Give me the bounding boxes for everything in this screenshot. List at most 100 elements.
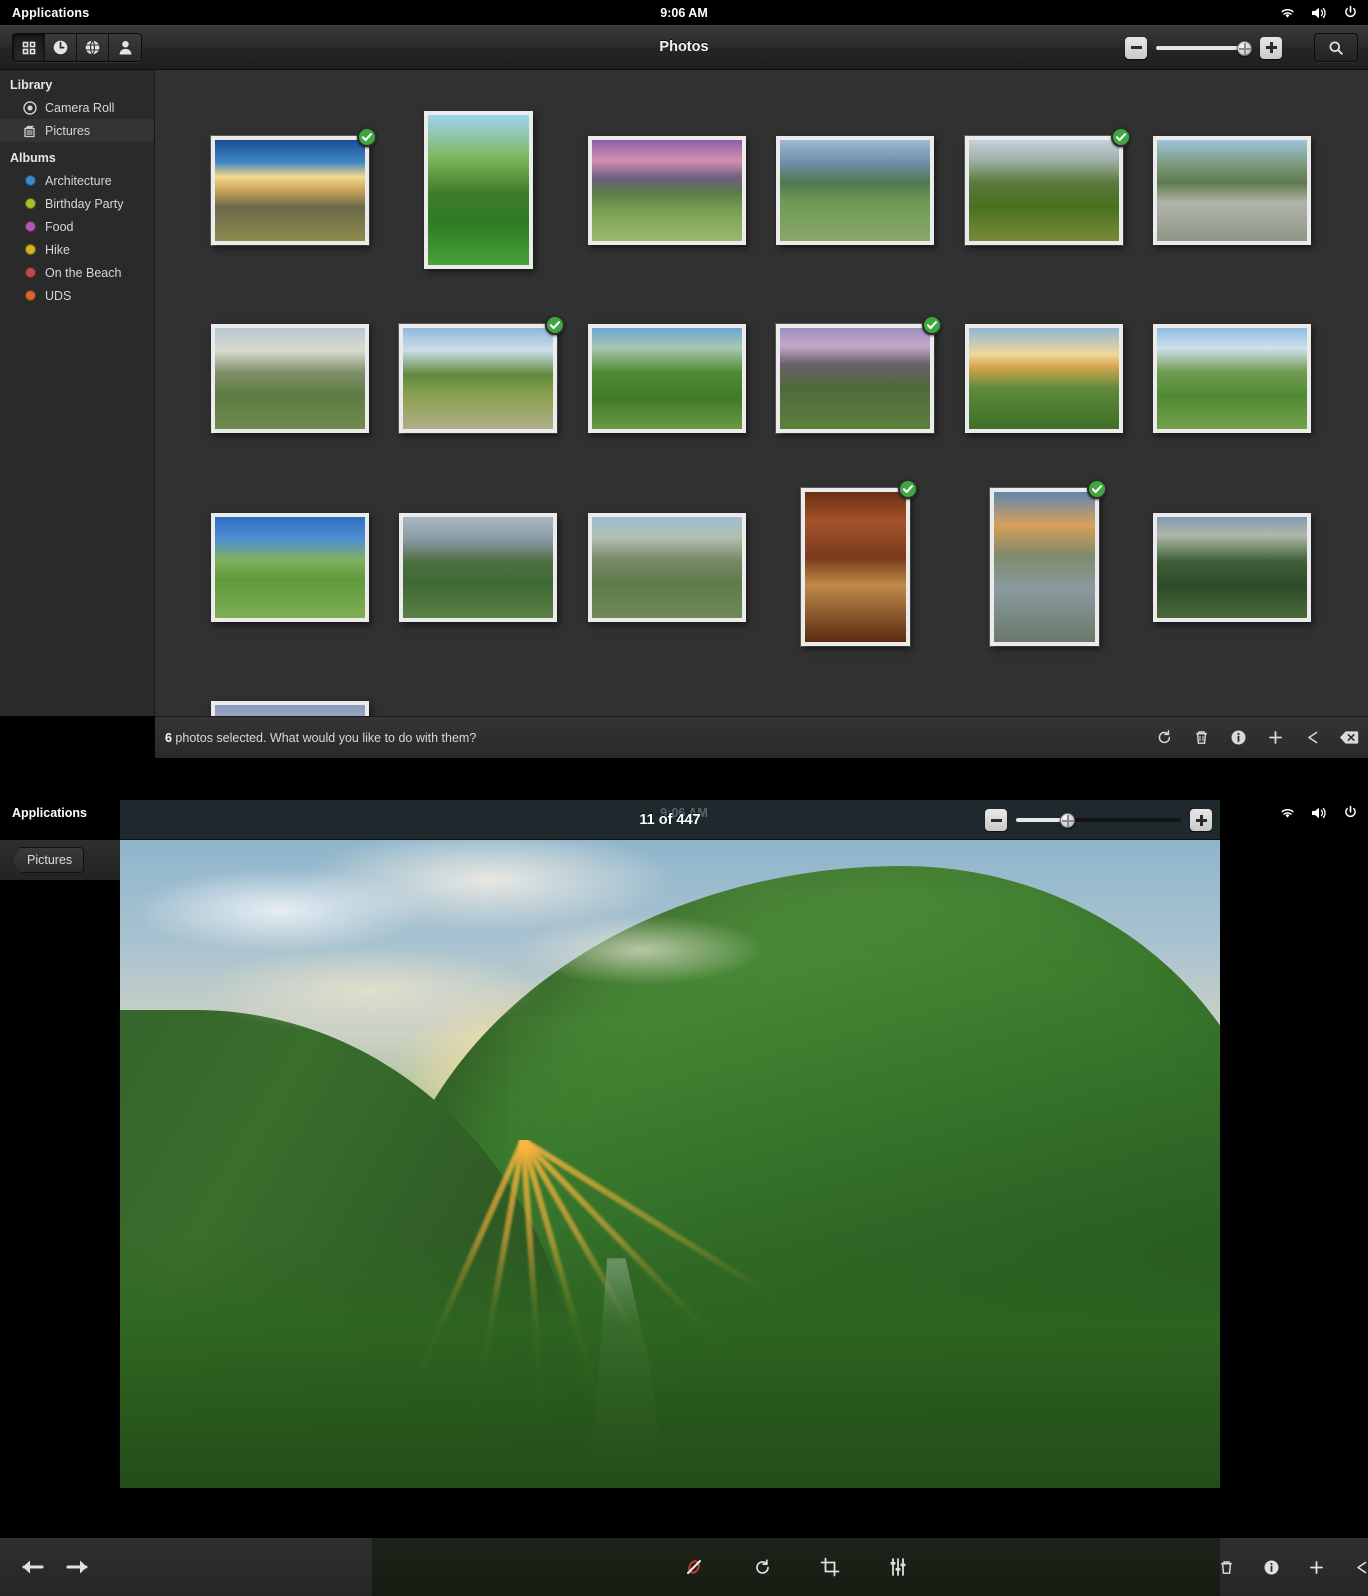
red-eye-button[interactable] xyxy=(680,1553,708,1581)
deselect-button[interactable] xyxy=(1336,725,1362,751)
rotate-button[interactable] xyxy=(748,1553,776,1581)
previous-photo-button[interactable] xyxy=(18,1553,46,1581)
sidebar-album-on-the-beach[interactable]: On the Beach xyxy=(0,261,154,284)
photo-frame[interactable] xyxy=(211,513,369,622)
photo-frame[interactable] xyxy=(776,136,934,245)
share-button[interactable] xyxy=(1299,725,1325,751)
volume-icon[interactable] xyxy=(1310,806,1329,820)
selected-check-icon[interactable] xyxy=(1087,479,1107,499)
photo-thumbnail-image xyxy=(215,140,365,241)
photo-frame[interactable] xyxy=(399,324,557,433)
selected-check-icon[interactable] xyxy=(357,127,377,147)
photo-frame[interactable] xyxy=(965,324,1123,433)
sidebar-album-uds[interactable]: UDS xyxy=(0,284,154,307)
photo-frame[interactable] xyxy=(588,136,746,245)
properties-button[interactable] xyxy=(1263,1553,1280,1581)
photo-frame[interactable] xyxy=(801,488,910,646)
selected-check-icon[interactable] xyxy=(545,315,565,335)
photo-frame[interactable] xyxy=(588,513,746,622)
photo-thumbnail[interactable] xyxy=(767,298,943,458)
share-button[interactable] xyxy=(1353,1553,1368,1581)
photo-thumbnail-image xyxy=(592,140,742,241)
photo-thumbnail[interactable] xyxy=(390,487,566,647)
photo-thumbnail[interactable] xyxy=(1144,298,1320,458)
sidebar-album-birthday-party[interactable]: Birthday Party xyxy=(0,192,154,215)
zoom-slider-handle[interactable] xyxy=(1237,40,1253,56)
photo-thumbnail[interactable] xyxy=(1144,487,1320,647)
photo-frame[interactable] xyxy=(1153,136,1311,245)
photo-thumbnail[interactable] xyxy=(579,110,755,270)
search-button[interactable] xyxy=(1314,33,1358,62)
photo-thumbnail[interactable] xyxy=(767,110,943,270)
photo-thumbnail-image xyxy=(969,328,1119,429)
zoom-in-button[interactable] xyxy=(1190,809,1212,831)
power-icon[interactable] xyxy=(1343,5,1358,20)
next-photo-button[interactable] xyxy=(64,1553,92,1581)
photo-frame[interactable] xyxy=(399,513,557,622)
back-to-pictures-button[interactable]: Pictures xyxy=(12,847,85,873)
photo-frame[interactable] xyxy=(588,324,746,433)
photo-thumbnail[interactable] xyxy=(579,487,755,647)
sidebar-album-architecture[interactable]: Architecture xyxy=(0,169,154,192)
zoom-slider[interactable] xyxy=(1156,38,1253,58)
delete-button[interactable] xyxy=(1188,725,1214,751)
photo-canvas[interactable] xyxy=(120,840,1220,1488)
system-clock[interactable]: 9:06 AM xyxy=(0,6,1368,20)
properties-button[interactable] xyxy=(1225,725,1251,751)
photo-thumbnail[interactable] xyxy=(956,479,1132,647)
photo-frame[interactable] xyxy=(776,324,934,433)
selected-check-icon[interactable] xyxy=(922,315,942,335)
sidebar-album-food[interactable]: Food xyxy=(0,215,154,238)
photo-thumbnail[interactable] xyxy=(956,110,1132,270)
photo-thumbnail-image xyxy=(1157,328,1307,429)
volume-icon[interactable] xyxy=(1310,6,1329,20)
photo-thumbnail[interactable] xyxy=(202,675,378,716)
photo-thumbnail[interactable] xyxy=(390,110,566,270)
photo-frame[interactable] xyxy=(424,111,533,269)
people-view-button[interactable] xyxy=(109,34,141,61)
add-to-album-button[interactable] xyxy=(1262,725,1288,751)
grid-view-button[interactable] xyxy=(13,34,45,61)
photo-frame[interactable] xyxy=(1153,513,1311,622)
photo-thumbnail[interactable] xyxy=(579,298,755,458)
zoom-slider-handle[interactable] xyxy=(1060,813,1076,828)
photo-frame[interactable] xyxy=(1153,324,1311,433)
trash-icon xyxy=(1221,1560,1232,1574)
delete-button[interactable] xyxy=(1218,1553,1235,1581)
selection-actions xyxy=(1151,725,1362,751)
photo-thumbnail[interactable] xyxy=(202,298,378,458)
add-to-album-button[interactable] xyxy=(1308,1553,1325,1581)
places-view-button[interactable] xyxy=(77,34,109,61)
selected-check-icon[interactable] xyxy=(898,479,918,499)
sidebar-item-camera-roll[interactable]: Camera Roll xyxy=(0,96,154,119)
photo-thumbnail[interactable] xyxy=(1144,110,1320,270)
photo-frame[interactable] xyxy=(965,136,1123,245)
sidebar-album-hike[interactable]: Hike xyxy=(0,238,154,261)
recent-view-button[interactable] xyxy=(45,34,77,61)
zoom-in-button[interactable] xyxy=(1260,36,1282,59)
rotate-button[interactable] xyxy=(1151,725,1177,751)
photo-thumbnail[interactable] xyxy=(202,110,378,270)
photo-frame[interactable] xyxy=(211,136,369,245)
zoom-out-button[interactable] xyxy=(985,809,1007,831)
zoom-out-button[interactable] xyxy=(1125,36,1147,59)
sidebar-item-label: Hike xyxy=(45,242,71,257)
adjust-button[interactable] xyxy=(884,1553,912,1581)
wifi-icon[interactable] xyxy=(1279,6,1296,19)
photo-thumbnail[interactable] xyxy=(390,298,566,458)
power-icon[interactable] xyxy=(1343,805,1358,820)
sidebar-item-pictures[interactable]: Pictures xyxy=(0,119,154,142)
album-color-dot-icon xyxy=(22,219,38,235)
photo-thumbnail[interactable] xyxy=(202,487,378,647)
selection-count: 6 xyxy=(165,730,172,745)
photo-thumbnail[interactable] xyxy=(956,298,1132,458)
crop-button[interactable] xyxy=(816,1553,844,1581)
photo-frame[interactable] xyxy=(211,324,369,433)
photo-frame[interactable] xyxy=(990,488,1099,646)
wifi-icon[interactable] xyxy=(1279,806,1296,819)
selected-check-icon[interactable] xyxy=(1111,127,1131,147)
photo-grid[interactable] xyxy=(155,70,1368,716)
photo-frame[interactable] xyxy=(211,701,369,716)
zoom-slider[interactable] xyxy=(1016,810,1181,830)
photo-thumbnail[interactable] xyxy=(767,479,943,647)
